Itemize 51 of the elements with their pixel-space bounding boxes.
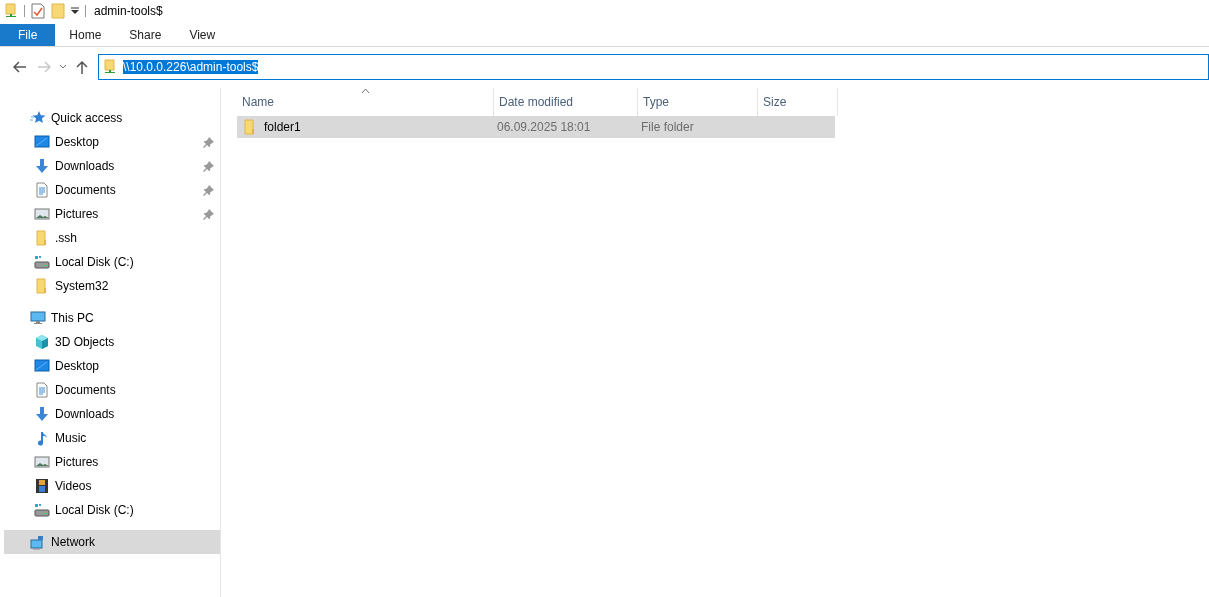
sidebar-item[interactable]: Quick access [4, 106, 220, 130]
cube-icon [34, 334, 50, 350]
picture-icon [34, 206, 50, 222]
sidebar-item[interactable]: 3D Objects [0, 330, 220, 354]
sidebar-item[interactable]: Music [0, 426, 220, 450]
picture-icon [34, 454, 50, 470]
file-row[interactable]: folder1 06.09.2025 18:01 File folder [237, 116, 835, 138]
sidebar-item[interactable]: Local Disk (C:) [0, 498, 220, 522]
network-icon [30, 534, 46, 550]
network-drive-icon [4, 3, 18, 19]
type-cell-text: File folder [640, 120, 695, 134]
film-icon [34, 478, 50, 494]
ribbon-tab[interactable]: Share [115, 24, 176, 46]
back-arrow-icon[interactable] [13, 61, 27, 73]
sidebar-item[interactable]: This PC [4, 306, 220, 330]
network-drive-icon [103, 59, 117, 75]
download-arrow-icon [34, 158, 50, 174]
sidebar-item[interactable]: Network [4, 530, 220, 554]
sort-ascending-icon [361, 88, 370, 94]
address-field[interactable]: \\10.0.0.226\admin-tools$ [98, 54, 1209, 80]
sidebar-item[interactable]: System32 [0, 274, 220, 298]
sidebar-item[interactable]: .ssh [0, 226, 220, 250]
customize-dropdown-icon[interactable] [71, 7, 79, 15]
sidebar-item[interactable]: Documents [0, 378, 220, 402]
properties-icon[interactable] [31, 3, 45, 19]
document-icon [34, 182, 50, 198]
up-arrow-icon[interactable] [76, 60, 88, 74]
ribbon-tab[interactable]: Home [55, 24, 116, 46]
download-arrow-icon [34, 406, 50, 422]
sidebar-item[interactable]: Videos [0, 474, 220, 498]
sidebar-item[interactable]: Downloads [0, 402, 220, 426]
star-icon [30, 110, 46, 126]
sidebar-item[interactable]: Local Disk (C:) [0, 250, 220, 274]
file-name: folder1 [264, 120, 301, 134]
sidebar-item[interactable]: Downloads [0, 154, 220, 178]
drive-icon [34, 502, 50, 518]
window-title: admin-tools$ [94, 4, 163, 18]
sidebar-item[interactable]: Desktop [0, 130, 220, 154]
sidebar-item[interactable]: Desktop [0, 354, 220, 378]
sidebar-item[interactable]: Documents [0, 178, 220, 202]
desktop-icon [34, 134, 50, 150]
drive-icon [34, 254, 50, 270]
document-icon [34, 382, 50, 398]
chevron-down-icon[interactable] [59, 64, 67, 70]
sidebar-item[interactable]: Pictures [0, 450, 220, 474]
ribbon-tab[interactable]: View [175, 24, 230, 46]
sidebar-item[interactable]: Pictures [0, 202, 220, 226]
desktop-icon [34, 358, 50, 374]
date-cell-text: 06.09.2025 18:01 [496, 120, 592, 134]
ribbon-tab[interactable]: File [0, 24, 56, 46]
computer-icon [30, 310, 46, 326]
